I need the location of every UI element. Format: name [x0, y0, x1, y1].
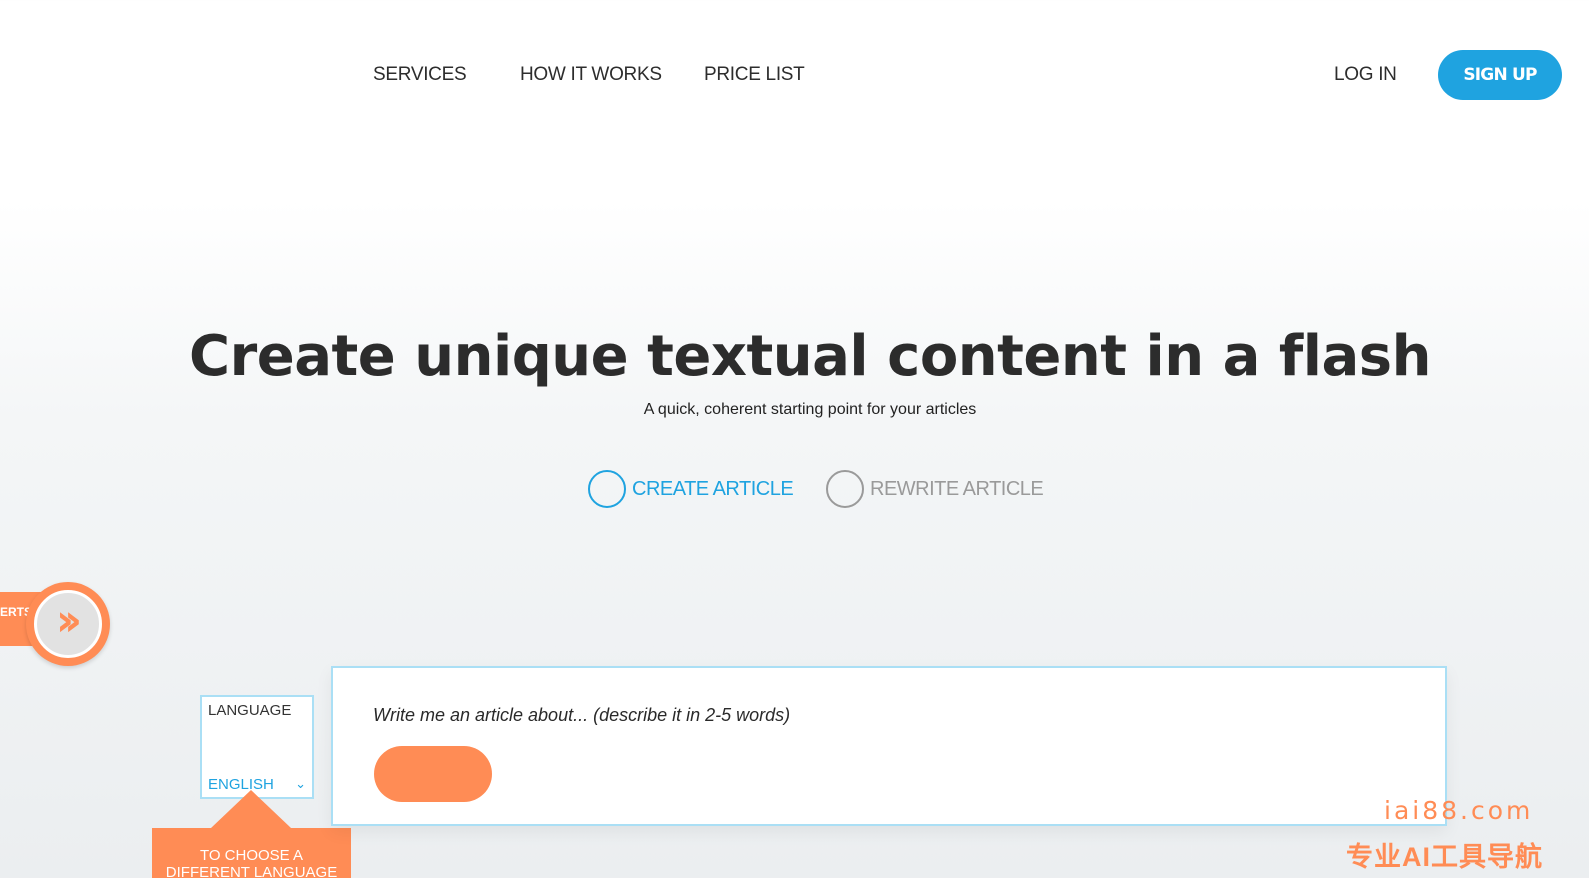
article-input-panel [331, 666, 1447, 826]
tooltip-arrow [211, 790, 291, 828]
watermark-domain: iai88.com [1384, 796, 1534, 825]
double-chevron-right-icon: ›› [55, 595, 82, 646]
tooltip-line-1: TO CHOOSE A [199, 847, 304, 864]
radio-circle-icon[interactable] [826, 470, 864, 508]
tooltip-line-2: DIFFERENT LANGUAGE [165, 864, 338, 878]
chevron-down-icon: ⌄ [295, 777, 306, 792]
language-tooltip: TO CHOOSE A DIFFERENT LANGUAGE [152, 828, 351, 878]
hero-title: Create unique textual content in a flash [189, 324, 1431, 389]
rewrite-article-label: REWRITE ARTICLE [870, 477, 1044, 500]
hero-subtitle: A quick, coherent starting point for you… [643, 401, 977, 418]
nav-services[interactable]: SERVICES [373, 64, 467, 86]
language-selector[interactable]: LANGUAGE ENGLISH ⌄ [200, 695, 314, 799]
language-label: LANGUAGE [208, 702, 292, 719]
generate-button[interactable] [374, 746, 492, 802]
radio-circle-icon[interactable] [588, 470, 626, 508]
nav-price-list[interactable]: PRICE LIST [704, 64, 805, 86]
login-link[interactable]: LOG IN [1334, 64, 1397, 86]
create-article-label: CREATE ARTICLE [632, 477, 794, 500]
nav-how-it-works[interactable]: HOW IT WORKS [520, 64, 662, 86]
create-article-option[interactable]: CREATE ARTICLE [588, 470, 794, 508]
side-panel-toggle-inner: ›› [34, 590, 102, 658]
watermark-tagline: 专业AI工具导航 [1346, 842, 1543, 872]
article-topic-input[interactable] [373, 700, 1373, 730]
signup-button[interactable]: SIGN UP [1438, 50, 1562, 100]
side-panel-toggle[interactable]: ›› [26, 582, 110, 666]
rewrite-article-option[interactable]: REWRITE ARTICLE [826, 470, 1044, 508]
